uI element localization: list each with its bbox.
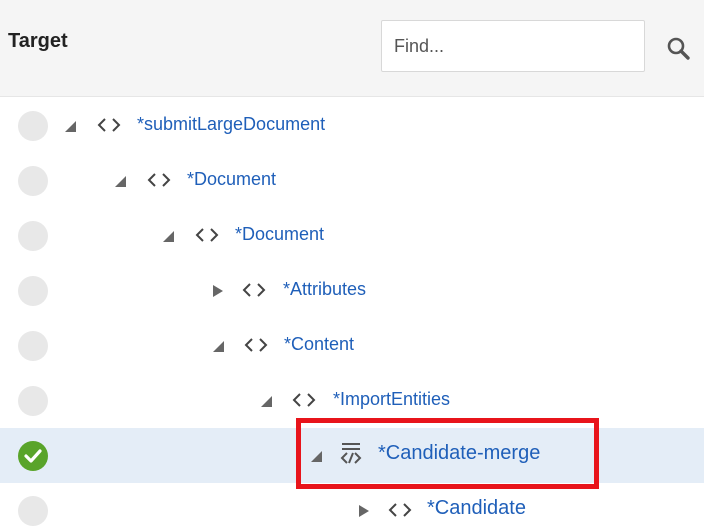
tree-node-label[interactable]: *Content — [284, 334, 354, 355]
element-icon — [292, 389, 316, 411]
element-icon — [244, 334, 268, 356]
status-indicator — [18, 331, 48, 361]
collapsed-arrow-icon[interactable] — [356, 503, 372, 519]
tree-node-label[interactable]: *Candidate-merge — [378, 442, 540, 465]
tree-row-candidate-merge[interactable]: *Candidate-merge — [0, 428, 704, 483]
tree-row-candidate[interactable]: *Candidate — [0, 483, 704, 532]
status-indicator — [18, 276, 48, 306]
tree-node-label[interactable]: *submitLargeDocument — [137, 114, 325, 135]
expand-arrow-icon[interactable] — [258, 393, 274, 409]
tree-node-label[interactable]: *Document — [187, 169, 276, 190]
expand-arrow-icon[interactable] — [308, 448, 324, 464]
tree-node-label[interactable]: *Document — [235, 224, 324, 245]
expand-arrow-icon[interactable] — [210, 338, 226, 354]
element-icon — [242, 279, 266, 301]
status-indicator — [18, 111, 48, 141]
tree-node-label[interactable]: *ImportEntities — [333, 389, 450, 410]
mapping-tree: *submitLargeDocument *Document *Document — [0, 98, 704, 532]
element-icon — [195, 224, 219, 246]
expand-arrow-icon[interactable] — [62, 118, 78, 134]
status-indicator — [18, 166, 48, 196]
tree-row-attributes[interactable]: *Attributes — [0, 263, 704, 318]
mapped-check-icon — [18, 441, 48, 471]
collapsed-arrow-icon[interactable] — [210, 283, 226, 299]
tree-node-label[interactable]: *Attributes — [283, 279, 366, 300]
status-indicator — [18, 496, 48, 526]
merge-icon — [339, 441, 363, 467]
element-icon — [147, 169, 171, 191]
tree-row-importentities[interactable]: *ImportEntities — [0, 373, 704, 428]
tree-row-content[interactable]: *Content — [0, 318, 704, 373]
tree-row-document-inner[interactable]: *Document — [0, 208, 704, 263]
status-indicator — [18, 386, 48, 416]
tree-row-submitlargedocument[interactable]: *submitLargeDocument — [0, 98, 704, 153]
status-indicator — [18, 221, 48, 251]
find-input[interactable] — [381, 20, 645, 72]
search-icon[interactable] — [664, 34, 694, 64]
panel-header: Target — [0, 0, 704, 97]
element-icon — [97, 114, 121, 136]
element-icon — [388, 499, 412, 521]
expand-arrow-icon[interactable] — [160, 228, 176, 244]
target-panel: Target *submitLargeDocument — [0, 0, 704, 532]
tree-row-document[interactable]: *Document — [0, 153, 704, 208]
expand-arrow-icon[interactable] — [112, 173, 128, 189]
panel-title: Target — [8, 30, 68, 52]
tree-node-label[interactable]: *Candidate — [427, 497, 526, 520]
